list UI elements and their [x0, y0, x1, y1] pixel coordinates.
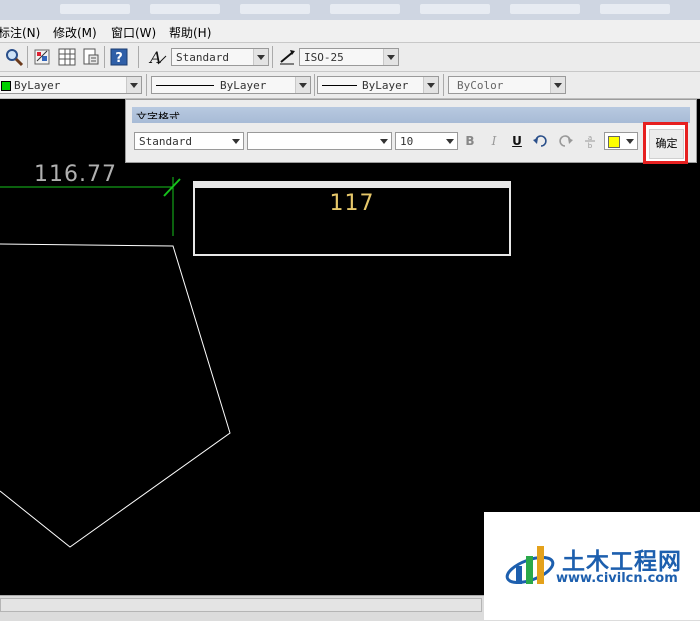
chevron-down-icon [126, 77, 141, 93]
toolbar-separator [443, 74, 444, 96]
watermark-url: www.civilcn.com [556, 571, 678, 586]
text-color-select[interactable] [604, 132, 638, 150]
chevron-down-icon [229, 133, 243, 149]
horizontal-scrollbar[interactable] [0, 598, 482, 612]
toolbar-separator [104, 46, 105, 68]
menu-bar: 标注(N) 修改(M) 窗口(W) 帮助(H) [0, 20, 700, 43]
dimension-style-icon[interactable] [276, 46, 298, 68]
pentagon-outline [0, 243, 231, 548]
standard-toolbar: ? A Standard ISO-25 [0, 43, 700, 72]
chevron-down-icon [383, 49, 398, 65]
window-tab[interactable] [420, 4, 490, 14]
text-height-select[interactable]: 10 [395, 132, 458, 150]
window-tab[interactable] [510, 4, 580, 14]
chevron-down-icon [623, 133, 637, 149]
dimension-style-value: ISO-25 [304, 51, 344, 64]
tool-palette-icon[interactable] [80, 46, 102, 68]
toolbar-separator [146, 74, 147, 96]
color-select[interactable]: ByLayer [0, 76, 142, 94]
color-value: ByLayer [14, 79, 61, 92]
lineweight-preview [322, 85, 357, 86]
window-tab[interactable] [330, 4, 400, 14]
toolbar-separator [27, 46, 28, 68]
text-format-style-select[interactable]: Standard [134, 132, 244, 150]
ok-button-highlight: 确定 [643, 122, 688, 164]
chevron-down-icon [550, 77, 565, 93]
chevron-down-icon [253, 49, 268, 65]
lineweight-value: ByLayer [362, 79, 409, 92]
watermark: 土木工程网 www.civilcn.com [484, 512, 700, 620]
dimension-style-select[interactable]: ISO-25 [299, 48, 399, 66]
text-formatting-title: 文字格式 [136, 111, 180, 119]
design-center-icon[interactable] [56, 46, 78, 68]
ok-button[interactable]: 确定 [649, 129, 684, 159]
toolbar-separator [138, 46, 139, 68]
chevron-down-icon [443, 133, 457, 149]
text-style-value: Standard [176, 51, 229, 64]
window-tab[interactable] [600, 4, 670, 14]
stack-icon: ab [585, 134, 595, 150]
bold-button[interactable]: B [462, 133, 478, 149]
text-height-value: 10 [400, 135, 414, 148]
window-tab[interactable] [150, 4, 220, 14]
chevron-down-icon [377, 133, 391, 149]
italic-button[interactable]: I [486, 133, 502, 149]
menu-modify[interactable]: 修改(M) [53, 24, 97, 41]
svg-text:A: A [148, 48, 162, 67]
underline-button[interactable]: U [509, 133, 525, 149]
window-tab[interactable] [60, 4, 130, 14]
window-tab-strip [0, 0, 700, 20]
menu-help[interactable]: 帮助(H) [169, 24, 211, 41]
linetype-preview [156, 85, 214, 86]
plot-style-value: ByColor [457, 79, 504, 92]
text-format-style-value: Standard [139, 135, 192, 148]
undo-button[interactable] [532, 133, 548, 149]
text-formatting-toolbar: 文字格式 Standard 10 B I U ab 确定 [125, 99, 697, 164]
text-style-select[interactable]: Standard [171, 48, 269, 66]
plot-style-select[interactable]: ByColor [448, 76, 566, 94]
text-color-swatch [608, 136, 620, 148]
toolbar-separator [272, 46, 273, 68]
redo-button[interactable] [558, 133, 574, 149]
chevron-down-icon [295, 77, 310, 93]
menu-window[interactable]: 窗口(W) [111, 24, 156, 41]
svg-text:?: ? [115, 51, 123, 66]
window-tab[interactable] [240, 4, 310, 14]
civilcn-logo-icon [505, 546, 555, 584]
zoom-icon[interactable] [3, 46, 25, 68]
toolbar-separator [314, 74, 315, 96]
edited-text[interactable]: 117 [195, 191, 509, 216]
svg-text:b: b [588, 142, 593, 149]
linetype-select[interactable]: ByLayer [151, 76, 311, 94]
linetype-value: ByLayer [220, 79, 267, 92]
chevron-down-icon [423, 77, 438, 93]
text-formatting-titlebar[interactable]: 文字格式 [132, 107, 690, 123]
redo-icon [559, 135, 573, 147]
dimension-text: 116.77 [34, 162, 117, 187]
help-icon[interactable]: ? [108, 46, 130, 68]
properties-icon[interactable] [32, 46, 54, 68]
stack-button[interactable]: ab [582, 133, 598, 150]
lineweight-select[interactable]: ByLayer [317, 76, 439, 94]
properties-toolbar: ByLayer ByLayer ByLayer ByColor [0, 72, 700, 99]
color-swatch [1, 81, 11, 91]
text-edit-box[interactable]: 117 [193, 181, 511, 256]
menu-dimension[interactable]: 标注(N) [0, 24, 40, 41]
text-edit-ruler[interactable] [195, 183, 509, 188]
text-style-icon[interactable]: A [147, 46, 169, 68]
font-select[interactable] [247, 132, 392, 150]
undo-icon [533, 135, 547, 147]
